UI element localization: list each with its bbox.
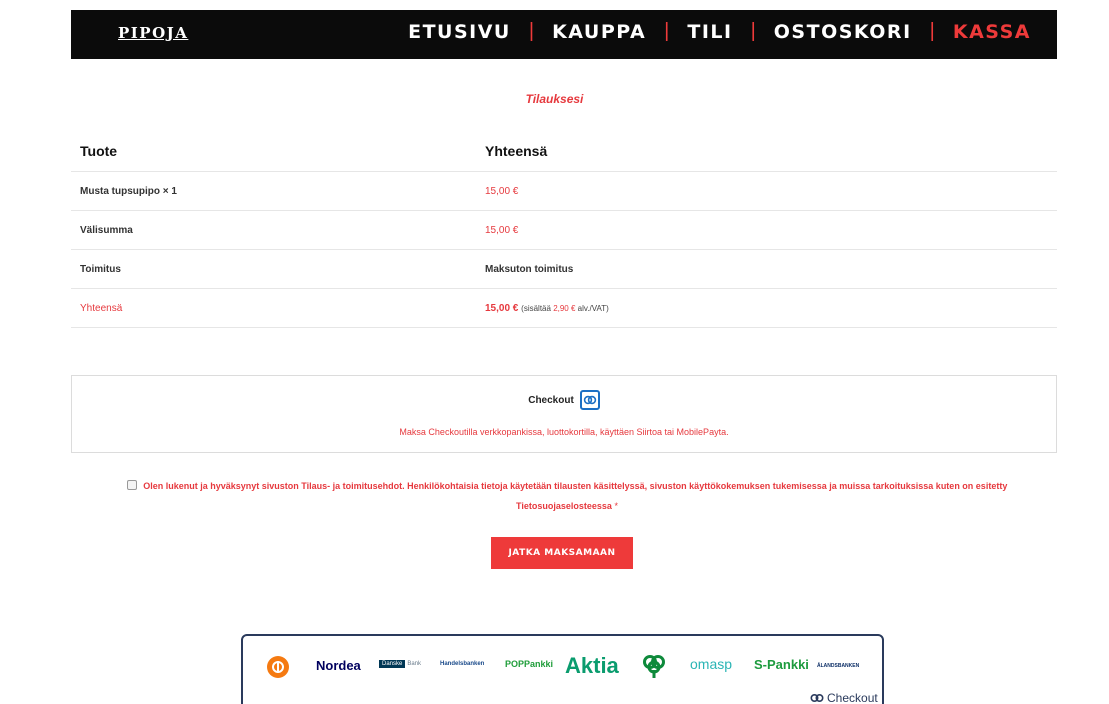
nordea-logo: Nordea — [316, 658, 361, 673]
shipping-label: Toimitus — [80, 263, 121, 275]
nav-link-tili[interactable]: TILI — [687, 21, 732, 43]
terms-agreement: Olen lukenut ja hyväksynyt sivuston Tila… — [94, 476, 1040, 516]
nav-separator: | — [750, 20, 756, 42]
item-quantity: × 1 — [162, 185, 177, 197]
payment-method-name: Checkout — [528, 394, 574, 406]
main-nav: ETUSIVU | KAUPPA | TILI | OSTOSKORI | KA… — [408, 20, 1031, 43]
danske-bank-logo: Danske Bank — [379, 660, 422, 668]
subtotal-value: 15,00 € — [485, 224, 519, 236]
table-row-shipping: Toimitus Maksuton toimitus — [71, 250, 1057, 289]
site-header: PIPOJA ETUSIVU | KAUPPA | TILI | OSTOSKO… — [71, 10, 1057, 59]
payment-method-description: Maksa Checkoutilla verkkopankissa, luott… — [399, 427, 729, 437]
vat-suffix: alv./VAT) — [577, 303, 609, 313]
nav-link-ostoskori[interactable]: OSTOSKORI — [774, 21, 912, 43]
checkout-small-icon — [810, 693, 824, 703]
vat-info: (sisältää 2,90 € alv./VAT) — [521, 304, 609, 313]
order-title: Tilauksesi — [525, 92, 584, 106]
total-value: 15,00 € — [485, 302, 519, 314]
bank-logos-panel: Nordea Danske Bank Handelsbanken POPPankk… — [241, 634, 884, 704]
item-price: 15,00 € — [485, 185, 519, 197]
nav-separator: | — [929, 20, 935, 42]
danske-bank-logo-block: Danske — [379, 660, 406, 668]
op-bank-logo-icon — [267, 656, 289, 678]
nav-link-kauppa[interactable]: KAUPPA — [552, 21, 646, 43]
aktia-logo: Aktia — [565, 653, 619, 678]
pop-pankki-logo: POPPankki — [505, 659, 554, 669]
saastopankki-tree-icon — [641, 653, 667, 684]
shipping-value: Maksuton toimitus — [485, 263, 574, 275]
vat-prefix: (sisältää — [521, 303, 551, 313]
table-row-item: Musta tupsupipo × 1 15,00 € — [71, 172, 1057, 211]
order-table: Tuote Yhteensä Musta tupsupipo × 1 15,00… — [71, 130, 1057, 328]
subtotal-label: Välisumma — [80, 224, 133, 236]
table-row-total: Yhteensä 15,00 € (sisältää 2,90 € alv./V… — [71, 289, 1057, 328]
omasp-logo: omasp — [690, 656, 733, 672]
item-cell: Musta tupsupipo × 1 — [71, 186, 485, 197]
danske-bank-logo-text: Bank — [407, 661, 422, 667]
terms-text[interactable]: Olen lukenut ja hyväksynyt sivuston Tila… — [143, 481, 1007, 511]
checkout-footer-logo: Checkout — [810, 691, 878, 704]
payment-method-box[interactable]: Checkout Maksa Checkoutilla verkkopankis… — [71, 375, 1057, 453]
checkout-logo-icon — [579, 390, 600, 410]
nav-separator: | — [664, 20, 670, 42]
column-header-total: Yhteensä — [485, 142, 548, 159]
total-cell: 15,00 € (sisältää 2,90 € alv./VAT) — [485, 303, 1057, 314]
table-row-subtotal: Välisumma 15,00 € — [71, 211, 1057, 250]
vat-amount: 2,90 € — [553, 303, 576, 313]
terms-checkbox[interactable] — [126, 480, 137, 490]
handelsbanken-logo: Handelsbanken — [440, 661, 485, 667]
nav-separator: | — [528, 20, 535, 42]
s-pankki-logo: S-Pankki — [754, 657, 809, 672]
total-label: Yhteensä — [80, 302, 123, 314]
required-mark: * — [614, 501, 618, 511]
payment-method-header: Checkout — [72, 390, 1056, 410]
column-header-product: Tuote — [80, 142, 118, 159]
alandsbanken-logo: ÅLANDSBANKEN — [817, 663, 860, 669]
nav-link-kassa[interactable]: KASSA — [953, 21, 1031, 43]
continue-to-payment-button[interactable]: JATKA MAKSAMAAN — [491, 537, 633, 569]
item-name: Musta tupsupipo — [80, 185, 160, 197]
nav-link-etusivu[interactable]: ETUSIVU — [408, 21, 511, 43]
site-logo[interactable]: PIPOJA — [118, 24, 188, 42]
table-header-row: Tuote Yhteensä — [71, 130, 1057, 172]
checkout-footer-text: Checkout — [827, 691, 878, 704]
